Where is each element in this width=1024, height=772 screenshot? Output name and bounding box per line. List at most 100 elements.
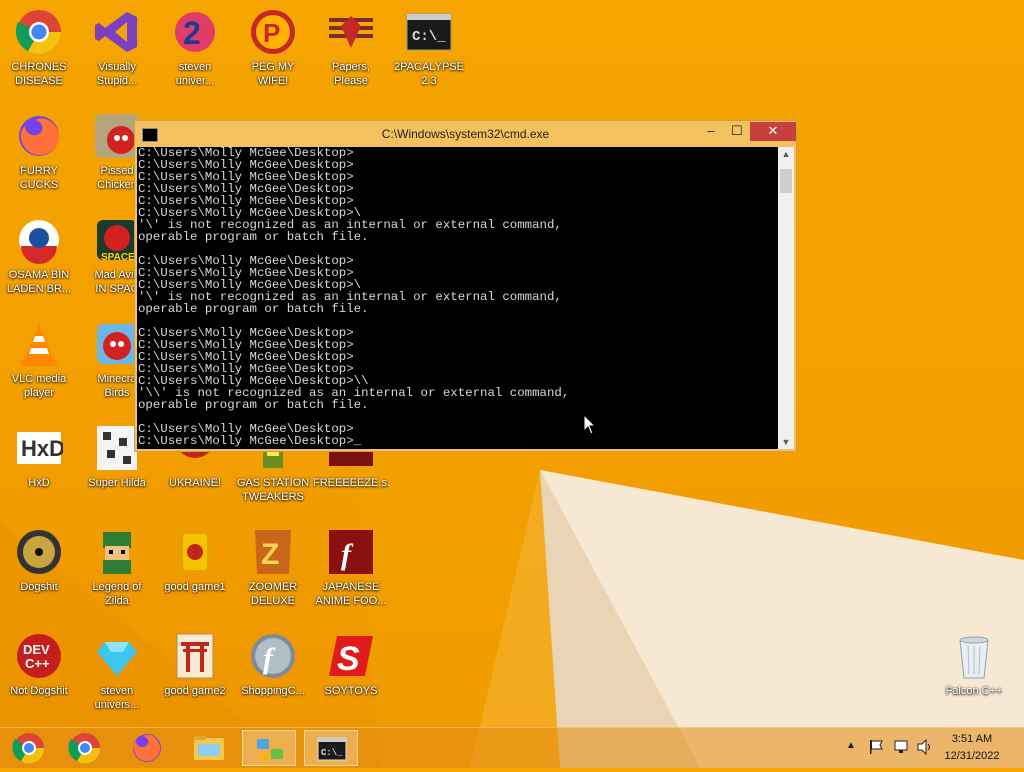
peggle-icon: P [249, 8, 297, 56]
svg-text:C:\_: C:\_ [321, 748, 343, 758]
desktop-icon-label: good game2 [164, 685, 226, 697]
desktop-icon-label: HxD [28, 477, 50, 489]
svg-text:SPACE: SPACE [101, 252, 135, 263]
clock[interactable]: 3:51 AM 12/31/2022 [932, 731, 1012, 765]
desktop-icon-label: Dogshit [20, 581, 58, 593]
flag-icon[interactable] [868, 739, 884, 755]
scroll-up-icon[interactable]: ▲ [778, 149, 794, 159]
svg-text:C++: C++ [25, 656, 50, 671]
recycle-bin-desktop-icon[interactable]: Falcon C++ [936, 632, 1012, 698]
desktop-icon-label: FREEEEEZE.s... [313, 477, 389, 489]
desktop-icon-label: SOYTOYS [324, 685, 378, 697]
desktop-icon-label: Super Hilda [88, 477, 146, 489]
zoomer-deluxe-desktop-icon[interactable]: Z ZOOMER DELUXE [235, 528, 311, 608]
desktop-icon-label: Visually Stupid... [96, 61, 138, 87]
cmd-title-bar[interactable]: C:\Windows\system32\cmd.exe – ☐ ✕ [135, 121, 796, 147]
cmd-window-title: C:\Windows\system32\cmd.exe [381, 127, 550, 141]
desktop-icon-label: Legend of Zilda [92, 581, 142, 607]
desktop: { "desktop_icons": [ {"name":"chrome-des… [0, 0, 1024, 768]
desktop-icon-label: CHRONES DISEASE [11, 61, 67, 87]
desktop-icon-label: PEG MY WIFE! [251, 61, 295, 87]
papers-please-desktop-icon[interactable]: Papers, Please [313, 8, 389, 88]
mahjong-icon [171, 528, 219, 576]
taskbar-cmd[interactable]: C:\_ [304, 730, 358, 766]
desktop-icon-label: OSAMA BIN LADEN BR... [6, 269, 72, 295]
cmd-icon: C:\_ [317, 737, 347, 761]
visual-studio-icon [93, 8, 141, 56]
zuma-icon: Z [249, 528, 297, 576]
good-game1-desktop-icon[interactable]: good game1 [157, 528, 233, 594]
chrome-icon [12, 733, 45, 764]
cmd-console-output[interactable]: C:\Users\Molly McGee\Desktop> C:\Users\Mo… [137, 147, 778, 449]
desktop-icon-label: Falcon C++ [945, 685, 1003, 697]
zelda-icon [93, 528, 141, 576]
peg-my-wife-desktop-icon[interactable]: P PEG MY WIFE! [235, 8, 311, 88]
hxd-desktop-icon[interactable]: HxD HxD [1, 424, 77, 490]
legend-of-zilda-desktop-icon[interactable]: Legend of Zilda [79, 528, 155, 608]
visual-studio-desktop-icon[interactable]: Visually Stupid... [79, 8, 155, 88]
cmd-output-line: operable program or batch file. [138, 302, 369, 316]
cmd-scrollbar[interactable]: ▲ ▼ [778, 147, 794, 449]
flash-icon: f [327, 528, 375, 576]
diamond-icon [93, 632, 141, 680]
svg-text:2: 2 [183, 15, 201, 51]
osama-desktop-icon[interactable]: OSAMA BIN LADEN BR... [1, 216, 77, 296]
2pacalypse-desktop-icon[interactable]: C:\_ 2PACALYPSE 2.3 [391, 8, 467, 88]
hxd-icon: HxD [15, 424, 65, 472]
svg-text:S: S [337, 640, 360, 678]
cmd-icon: C:\_ [405, 8, 453, 56]
desktop-icon-label: 2PACALYPSE 2.3 [394, 61, 464, 87]
desktop-icon-label: FURRY CUCKS [19, 165, 59, 191]
network-status-icon[interactable] [892, 739, 910, 755]
desktop-icon-label: ShoppingC... [241, 685, 305, 697]
good-game2-desktop-icon[interactable]: good game2 [157, 632, 233, 698]
desktop-icon-label: JAPANESE ANIME FOO... [315, 581, 387, 607]
steven-univer2-desktop-icon[interactable]: steven univers... [79, 632, 155, 712]
folder-icon [194, 736, 224, 760]
desktop-icon-label: ZOOMER DELUXE [248, 581, 298, 607]
chrome-icon [15, 8, 63, 56]
chevron-up-icon[interactable]: ▲ [846, 740, 856, 751]
taskbar-file-explorer[interactable] [182, 730, 236, 766]
japanese-anime-desktop-icon[interactable]: f JAPANESE ANIME FOO... [313, 528, 389, 608]
svg-text:C:\_: C:\_ [412, 29, 446, 45]
scroll-thumb[interactable] [780, 169, 792, 193]
desktop-icon-label: VLC media player [11, 373, 67, 399]
system-tray: ▲ 3:51 AM 12/31/2022 [840, 728, 1024, 768]
desktop-icon-label: steven univer... [175, 61, 215, 87]
desktop-icon-label: Not Dogshit [10, 685, 68, 697]
s-logo-icon: S [327, 632, 375, 680]
network-icon [257, 739, 283, 761]
steven-universe-desktop-icon[interactable]: 2 steven univer... [157, 8, 233, 88]
chrome-desktop-icon[interactable]: CHRONES DISEASE [1, 8, 77, 88]
taskbar-firefox[interactable] [120, 730, 174, 766]
desktop-icon-label: UKRAINE! [169, 477, 221, 489]
shopping-desktop-icon[interactable]: f ShoppingC... [235, 632, 311, 698]
scroll-down-icon[interactable]: ▼ [778, 437, 794, 447]
not-dogshit-desktop-icon[interactable]: DEV C++ Not Dogshit [1, 632, 77, 698]
firefox-icon [15, 112, 63, 160]
desktop-icon-label: GAS STATION TWEAKERS [236, 477, 310, 503]
clock-date: 12/31/2022 [944, 750, 1000, 762]
svg-text:DEV: DEV [23, 642, 50, 657]
steven-universe-icon: 2 [171, 8, 219, 56]
taskbar-chrome-alt[interactable] [2, 730, 56, 766]
maximize-button[interactable]: ☐ [724, 122, 750, 141]
taskbar-chrome[interactable] [58, 730, 112, 766]
soytoys-desktop-icon[interactable]: S SOYTOYS [313, 632, 389, 698]
cmd-output-line: operable program or batch file. [138, 230, 369, 244]
cmd-output-line: C:\Users\Molly McGee\Desktop>_ [138, 434, 362, 448]
dev-cpp-icon: DEV C++ [15, 632, 63, 680]
cmd-window[interactable]: C:\Windows\system32\cmd.exe – ☐ ✕ C:\Use… [134, 120, 797, 452]
desktop-icon-label: Papers, Please [332, 61, 370, 87]
dogshit-desktop-icon[interactable]: Dogshit [1, 528, 77, 594]
taskbar-network[interactable] [242, 730, 296, 766]
svg-text:Z: Z [261, 538, 279, 571]
recycle-bin-icon [950, 632, 998, 680]
close-button[interactable]: ✕ [750, 122, 796, 141]
desktop-icon-label: good game1 [164, 581, 226, 593]
clock-time: 3:51 AM [951, 733, 993, 745]
minimize-button[interactable]: – [698, 122, 724, 141]
vlc-desktop-icon[interactable]: VLC media player [1, 320, 77, 400]
firefox-desktop-icon[interactable]: FURRY CUCKS [1, 112, 77, 192]
